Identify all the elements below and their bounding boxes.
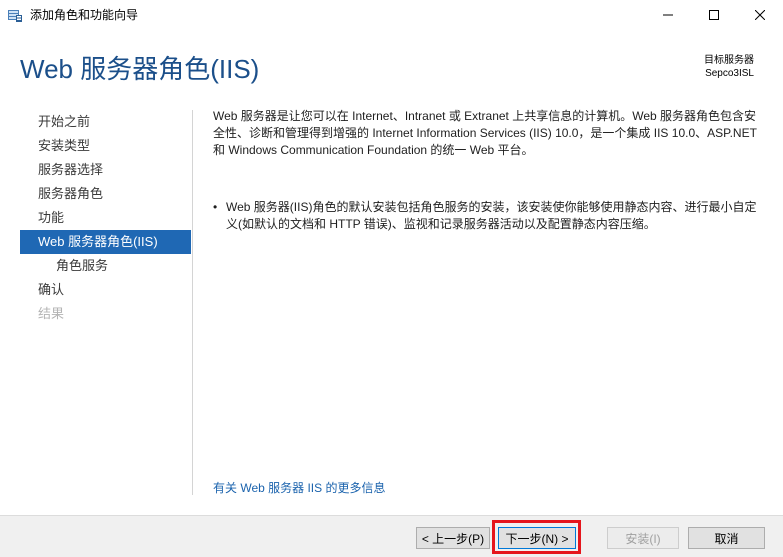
server-manager-icon [7,7,23,23]
install-button: 安装(I) [607,527,679,549]
target-server-name: Sepco3ISL [705,68,754,79]
title-bar: 添加角色和功能向导 [0,0,783,30]
minimize-button[interactable] [645,0,691,30]
nav-item-role-services[interactable]: 角色服务 [20,254,191,278]
bullet-icon: • [213,200,218,214]
nav-item-confirmation[interactable]: 确认 [20,278,191,302]
close-icon [755,10,765,20]
page-title: Web 服务器角色(IIS) [20,54,260,84]
target-server-label: 目标服务器 [704,55,754,66]
nav-item-installation-type[interactable]: 安装类型 [20,134,191,158]
maximize-icon [709,10,719,20]
minimize-icon [663,14,673,16]
maximize-button[interactable] [691,0,737,30]
default-install-bullet: • Web 服务器(IIS)角色的默认安装包括角色服务的安装，该安装使你能够使用… [213,199,763,233]
close-button[interactable] [737,0,783,30]
nav-item-server-selection[interactable]: 服务器选择 [20,158,191,182]
previous-button[interactable]: < 上一步(P) [416,527,490,549]
nav-item-before-you-begin[interactable]: 开始之前 [20,110,191,134]
nav-item-server-roles[interactable]: 服务器角色 [20,182,191,206]
navigation-divider [192,110,193,495]
nav-item-features[interactable]: 功能 [20,206,191,230]
default-install-text: Web 服务器(IIS)角色的默认安装包括角色服务的安装，该安装使你能够使用静态… [226,200,757,231]
next-button-highlight [492,520,581,554]
cancel-button[interactable]: 取消 [688,527,765,549]
role-description: Web 服务器是让您可以在 Internet、Intranet 或 Extran… [213,109,757,157]
more-info-link[interactable]: 有关 Web 服务器 IIS 的更多信息 [213,480,385,496]
nav-item-results: 结果 [38,306,65,321]
nav-item-web-server-role[interactable]: Web 服务器角色(IIS) [20,230,191,254]
window-title: 添加角色和功能向导 [30,8,139,22]
wizard-navigation: 开始之前 安装类型 服务器选择 服务器角色 功能 Web 服务器角色(IIS) … [20,110,191,326]
